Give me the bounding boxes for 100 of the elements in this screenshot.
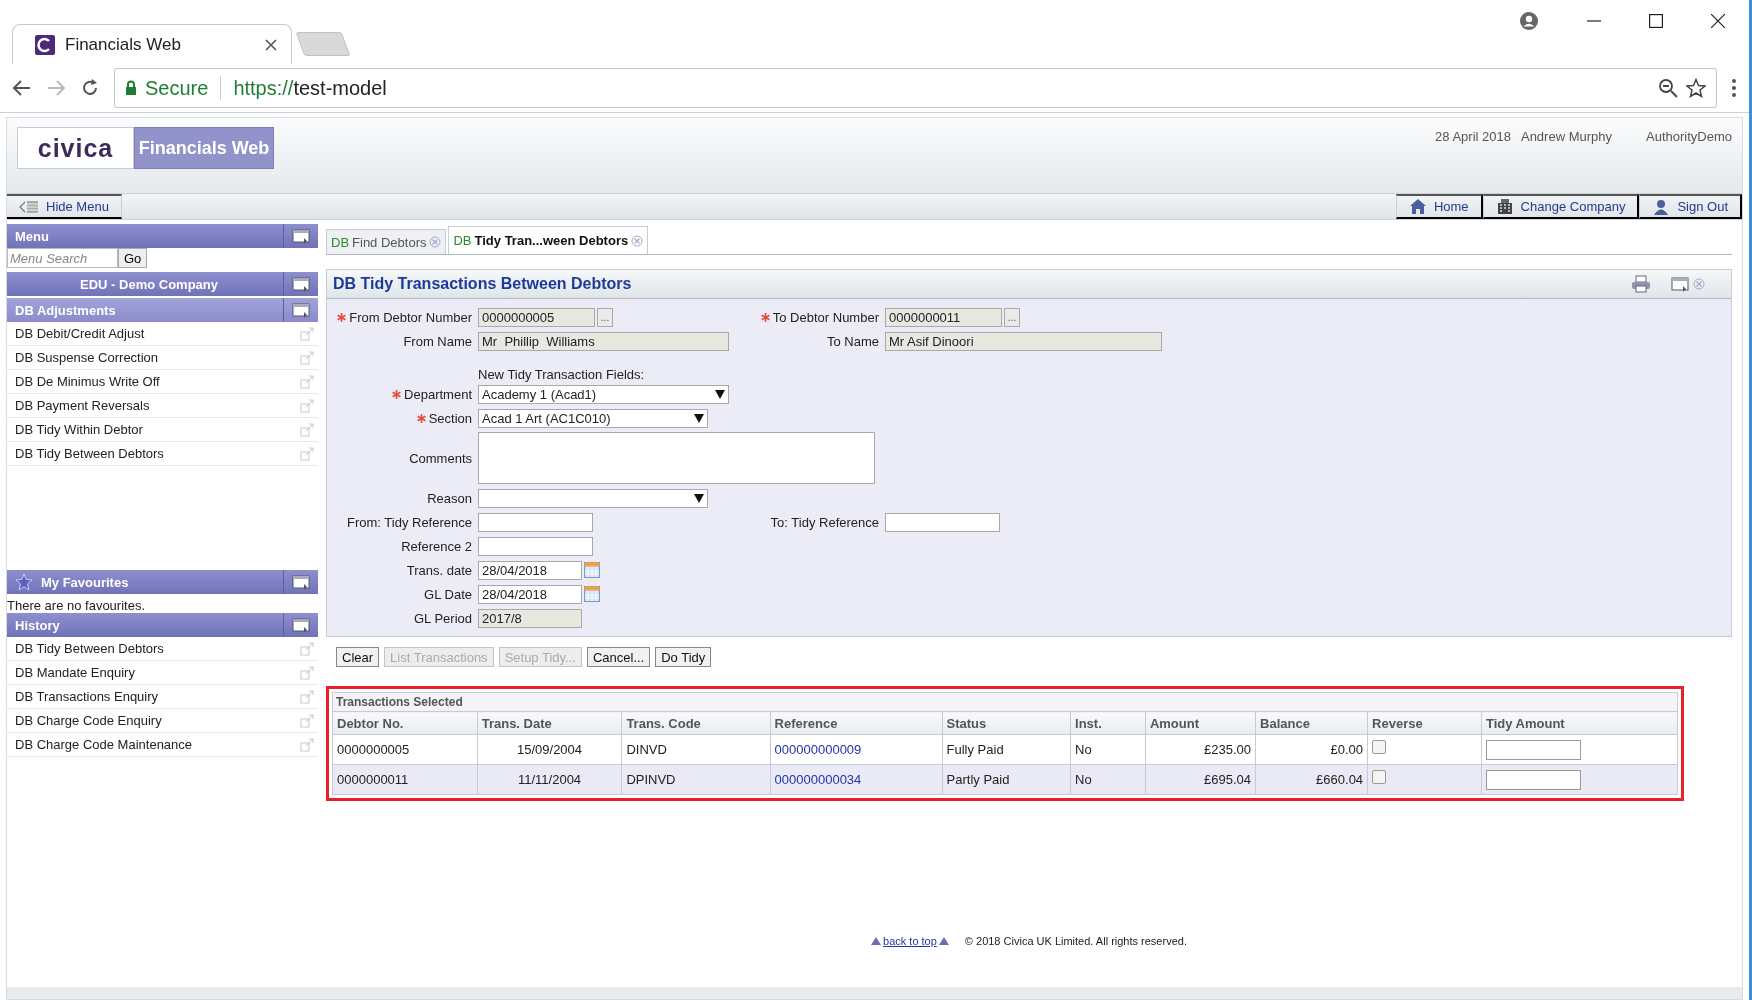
menu-item[interactable]: DB Debit/Credit Adjust [7,322,318,346]
external-link-icon [300,398,314,413]
person-icon [1652,197,1671,216]
more-options-icon[interactable] [1731,78,1737,98]
table-cell: 0000000011 [332,764,478,795]
menu-item[interactable]: DB Transactions Enquiry [7,685,318,709]
menu-item[interactable]: DB Suspense Correction [7,346,318,370]
input-field[interactable] [478,536,593,556]
date-field[interactable]: 28/04/2018 [478,560,582,580]
menu-search-field[interactable]: Menu Search [7,248,118,268]
history-header-title: History [15,617,60,633]
external-link-icon [300,350,314,365]
readonly-field: Mr Asif Dinoori [885,331,1162,351]
building-icon [1495,197,1514,216]
favourites-empty-text: There are no favourites. [7,597,147,613]
calendar-icon[interactable] [584,586,600,602]
dropdown[interactable]: Academy 1 (Acad1) [478,384,729,404]
form-title: DB Tidy Transactions Between Debtors [333,275,633,293]
external-link-icon [300,689,314,704]
menu-item[interactable]: DB Charge Code Maintenance [7,733,318,757]
menu-item[interactable]: DB Tidy Between Debtors [7,442,318,466]
table-title: Transactions Selected [332,692,1678,711]
tab[interactable]: DB Find Debtors [326,229,447,254]
menu-item[interactable]: DB Tidy Within Debtor [7,418,318,442]
external-link-icon [300,641,314,656]
browser-tab[interactable]: Financials Web [12,24,292,64]
calendar-icon[interactable] [584,562,600,578]
table-cell: DINVD [621,734,771,765]
menu-header-title: Menu [15,228,49,244]
comments-field[interactable] [478,432,875,484]
up-triangle-icon [871,937,882,945]
copyright-text: © 2018 Civica UK Limited. All rights reserved. [964,935,1187,947]
reverse-checkbox[interactable] [1372,769,1387,784]
lookup-button[interactable]: ... [1004,307,1020,327]
lock-icon [125,80,137,96]
toolbar-link[interactable]: Home [1395,194,1483,219]
star-icon[interactable] [1686,78,1706,98]
debtor-number-field[interactable]: 0000000011 [885,307,1002,327]
external-link-icon [300,326,314,341]
close-icon[interactable] [265,38,277,51]
zoom-icon[interactable] [1658,78,1678,98]
star-icon [15,573,33,591]
toolbar-link[interactable]: Sign Out [1639,194,1742,219]
column-header: Trans. Date [477,711,622,735]
form-button[interactable]: Do Tidy [655,647,712,667]
tab[interactable]: DB Tidy Tran...ween Debtors [448,226,649,254]
field-label: Department [392,386,472,402]
menu-item[interactable]: DB De Minimus Write Off [7,370,318,394]
debtor-number-field[interactable]: 0000000005 [478,307,595,327]
form-button[interactable]: Cancel... [586,647,651,667]
field-label: From Debtor Number [337,309,472,325]
table-cell: DPINVD [621,764,771,795]
maximize-icon[interactable] [1649,14,1663,28]
address-bar[interactable]: Secure https://test-model [114,68,1717,108]
column-header: Status [942,711,1071,735]
date-field[interactable]: 28/04/2018 [478,584,582,604]
reverse-checkbox[interactable] [1372,739,1387,754]
panel-toggle-icon[interactable] [292,573,310,591]
required-icon [416,413,426,423]
table-cell: Fully Paid [942,734,1071,765]
menu-item[interactable]: DB Tidy Between Debtors [7,637,318,661]
field-label: To Name [826,333,879,349]
field-label: GL Date [424,586,472,602]
company-header-title: EDU - Demo Company [80,276,218,292]
toolbar-link[interactable]: Change Company [1482,194,1640,219]
back-to-top-link[interactable]: back to top [883,935,937,947]
column-header: Reverse [1367,711,1482,735]
field-label: Trans. date [406,562,472,578]
close-icon[interactable] [1711,14,1725,28]
external-link-icon [300,665,314,680]
back-arrow-icon[interactable] [12,78,32,98]
lookup-button[interactable]: ... [597,307,613,327]
menu-item[interactable]: DB Charge Code Enquiry [7,709,318,733]
panel-toggle-icon[interactable] [292,275,310,293]
dropdown[interactable] [478,488,708,508]
account-icon[interactable] [1519,11,1539,31]
field-label: Reason [427,490,472,506]
tidy-amount-field[interactable] [1485,769,1581,790]
input-field[interactable] [478,512,593,532]
menu-item[interactable]: DB Payment Reversals [7,394,318,418]
civica-logo: civica [17,127,134,169]
panel-toggle-icon[interactable] [292,616,310,634]
go-button[interactable]: Go [118,248,148,268]
column-header: Reference [770,711,943,735]
reload-icon[interactable] [80,78,100,98]
tidy-amount-field[interactable] [1485,739,1581,760]
group-header-title: DB Adjustments [15,302,116,318]
panel-toggle-icon[interactable] [1671,275,1689,293]
input-field[interactable] [885,512,1000,532]
form-button[interactable]: Clear [336,647,380,667]
column-header: Balance [1255,711,1368,735]
column-header: Amount [1145,711,1256,735]
printer-icon[interactable] [1631,275,1651,293]
hide-menu-button[interactable]: Hide Menu [7,194,122,219]
table-cell: No [1070,764,1146,795]
menu-item[interactable]: DB Mandate Enquiry [7,661,318,685]
external-link-icon [300,422,314,437]
panel-toggle-icon[interactable] [292,227,310,245]
table-cell: £695.04 [1145,764,1256,795]
dropdown[interactable]: Acad 1 Art (AC1C010) [478,408,708,428]
